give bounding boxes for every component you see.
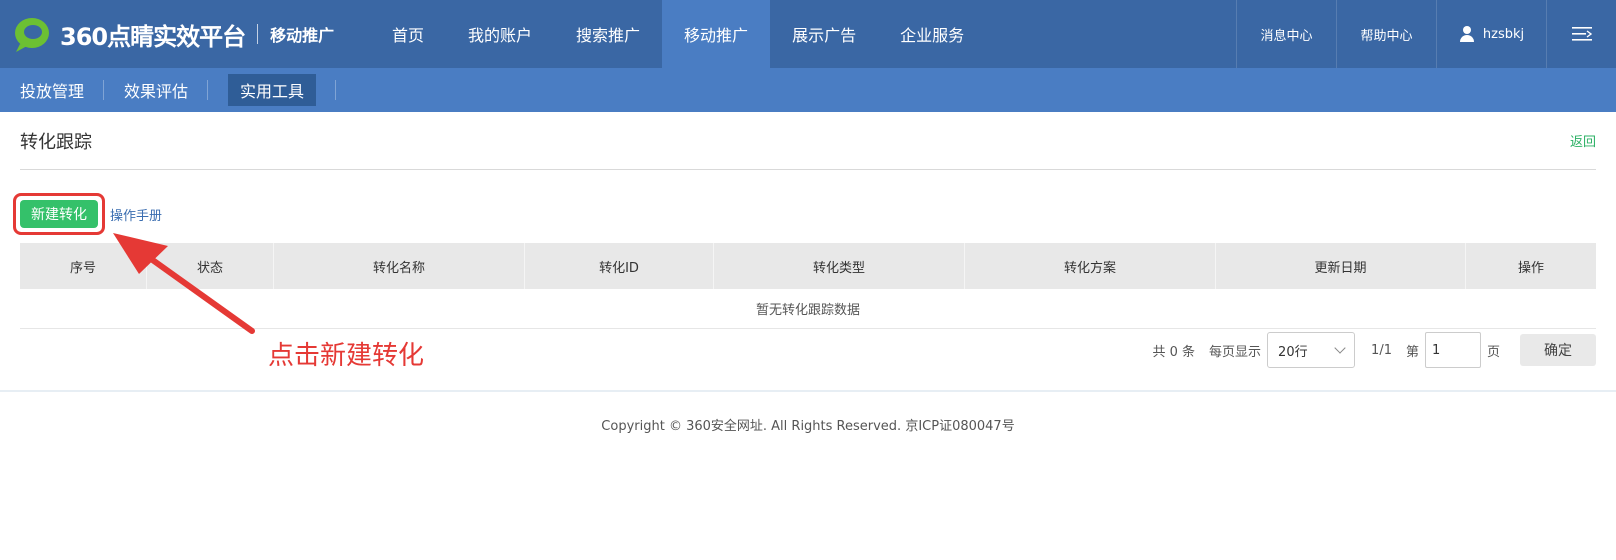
main-content: 转化跟踪 返回 新建转化 操作手册 序号 状态 转化名称 转化ID 转化类型 转…	[13, 112, 1596, 368]
nav-item-display-ads[interactable]: 展示广告	[770, 0, 878, 68]
per-page-select[interactable]: 20行	[1267, 332, 1356, 368]
column-header-plan: 转化方案	[965, 243, 1216, 289]
logo-mark-icon	[12, 14, 52, 54]
footer-divider	[0, 390, 1616, 392]
subnav-item-delivery-management[interactable]: 投放管理	[0, 68, 105, 112]
subnav-label: 效果评估	[124, 82, 189, 101]
table-header: 序号 状态 转化名称 转化ID 转化类型 转化方案 更新日期 操作	[20, 243, 1596, 289]
main-nav: 首页 我的账户 搜索推广 移动推广 展示广告 企业服务	[370, 0, 986, 68]
nav-item-mobile-promotion[interactable]: 移动推广	[662, 0, 771, 68]
new-conversion-button[interactable]: 新建转化	[13, 193, 105, 235]
confirm-page-button[interactable]: 确定	[1520, 334, 1596, 366]
hamburger-menu-button[interactable]	[1546, 0, 1616, 68]
manual-link[interactable]: 操作手册	[110, 205, 162, 224]
nav-item-enterprise-services[interactable]: 企业服务	[878, 0, 986, 68]
footer-copyright: Copyright © 360安全网址. All Rights Reserved…	[601, 419, 1015, 434]
column-header-actions: 操作	[1517, 260, 1544, 276]
brand-name: 360点睛实效平台	[60, 22, 246, 51]
nav-item-home[interactable]: 首页	[370, 0, 446, 68]
action-row: 新建转化 操作手册	[13, 193, 162, 235]
page-title: 转化跟踪	[20, 131, 92, 153]
hamburger-icon	[1571, 27, 1592, 41]
conversion-table: 序号 状态 转化名称 转化ID 转化类型 转化方案 更新日期 操作 暂无转化跟踪…	[20, 243, 1596, 329]
brand-product: 移动推广	[270, 26, 335, 45]
column-header-id: 转化ID	[525, 243, 714, 289]
annotation-text: 点击新建转化	[268, 341, 425, 371]
message-center-link[interactable]: 消息中心	[1236, 0, 1336, 68]
right-nav: 消息中心 帮助中心 hzsbkj	[1236, 0, 1616, 68]
subnav-item-effect-evaluation[interactable]: 效果评估	[104, 68, 209, 112]
page-header: 转化跟踪 返回	[20, 112, 1596, 170]
per-page-value: 20行	[1278, 344, 1308, 360]
brand-separator	[257, 24, 259, 44]
total-count: 共 0 条	[1152, 344, 1196, 360]
nav-item-my-account[interactable]: 我的账户	[446, 0, 554, 68]
goto-prefix: 第	[1405, 344, 1419, 360]
nav-item-search-promotion[interactable]: 搜索推广	[554, 0, 662, 68]
empty-table-message: 暂无转化跟踪数据	[20, 289, 1596, 329]
column-header-name: 转化名称	[274, 243, 525, 289]
back-link[interactable]: 返回	[1570, 131, 1596, 150]
username: hzsbkj	[1482, 26, 1525, 42]
highlight-box	[13, 193, 105, 235]
column-header-type: 转化类型	[714, 243, 965, 289]
column-header-status: 状态	[147, 243, 274, 289]
page-number-input[interactable]	[1424, 332, 1481, 368]
pagination: 共 0 条 每页显示 20行 1/1 第 页 确定	[1152, 332, 1596, 368]
subnav-item-tools[interactable]: 实用工具	[208, 68, 337, 112]
subnav-label: 实用工具	[228, 74, 317, 106]
chevron-down-icon	[1334, 342, 1346, 354]
page-status: 1/1	[1371, 342, 1392, 358]
brand-logo[interactable]: 360点睛实效平台 移动推广	[12, 12, 334, 56]
goto-suffix: 页	[1486, 344, 1500, 360]
help-center-link[interactable]: 帮助中心	[1336, 0, 1436, 68]
subnav-label: 投放管理	[20, 82, 85, 101]
column-header-updated: 更新日期	[1216, 243, 1466, 289]
column-header-index: 序号	[20, 243, 147, 289]
top-navbar: 360点睛实效平台 移动推广 首页 我的账户 搜索推广 移动推广 展示广告 企业…	[0, 0, 1616, 68]
user-icon	[1459, 26, 1475, 42]
user-menu[interactable]: hzsbkj	[1436, 0, 1546, 68]
per-page-label: 每页显示	[1209, 344, 1262, 360]
sub-navbar: 投放管理 效果评估 实用工具	[0, 68, 1616, 112]
